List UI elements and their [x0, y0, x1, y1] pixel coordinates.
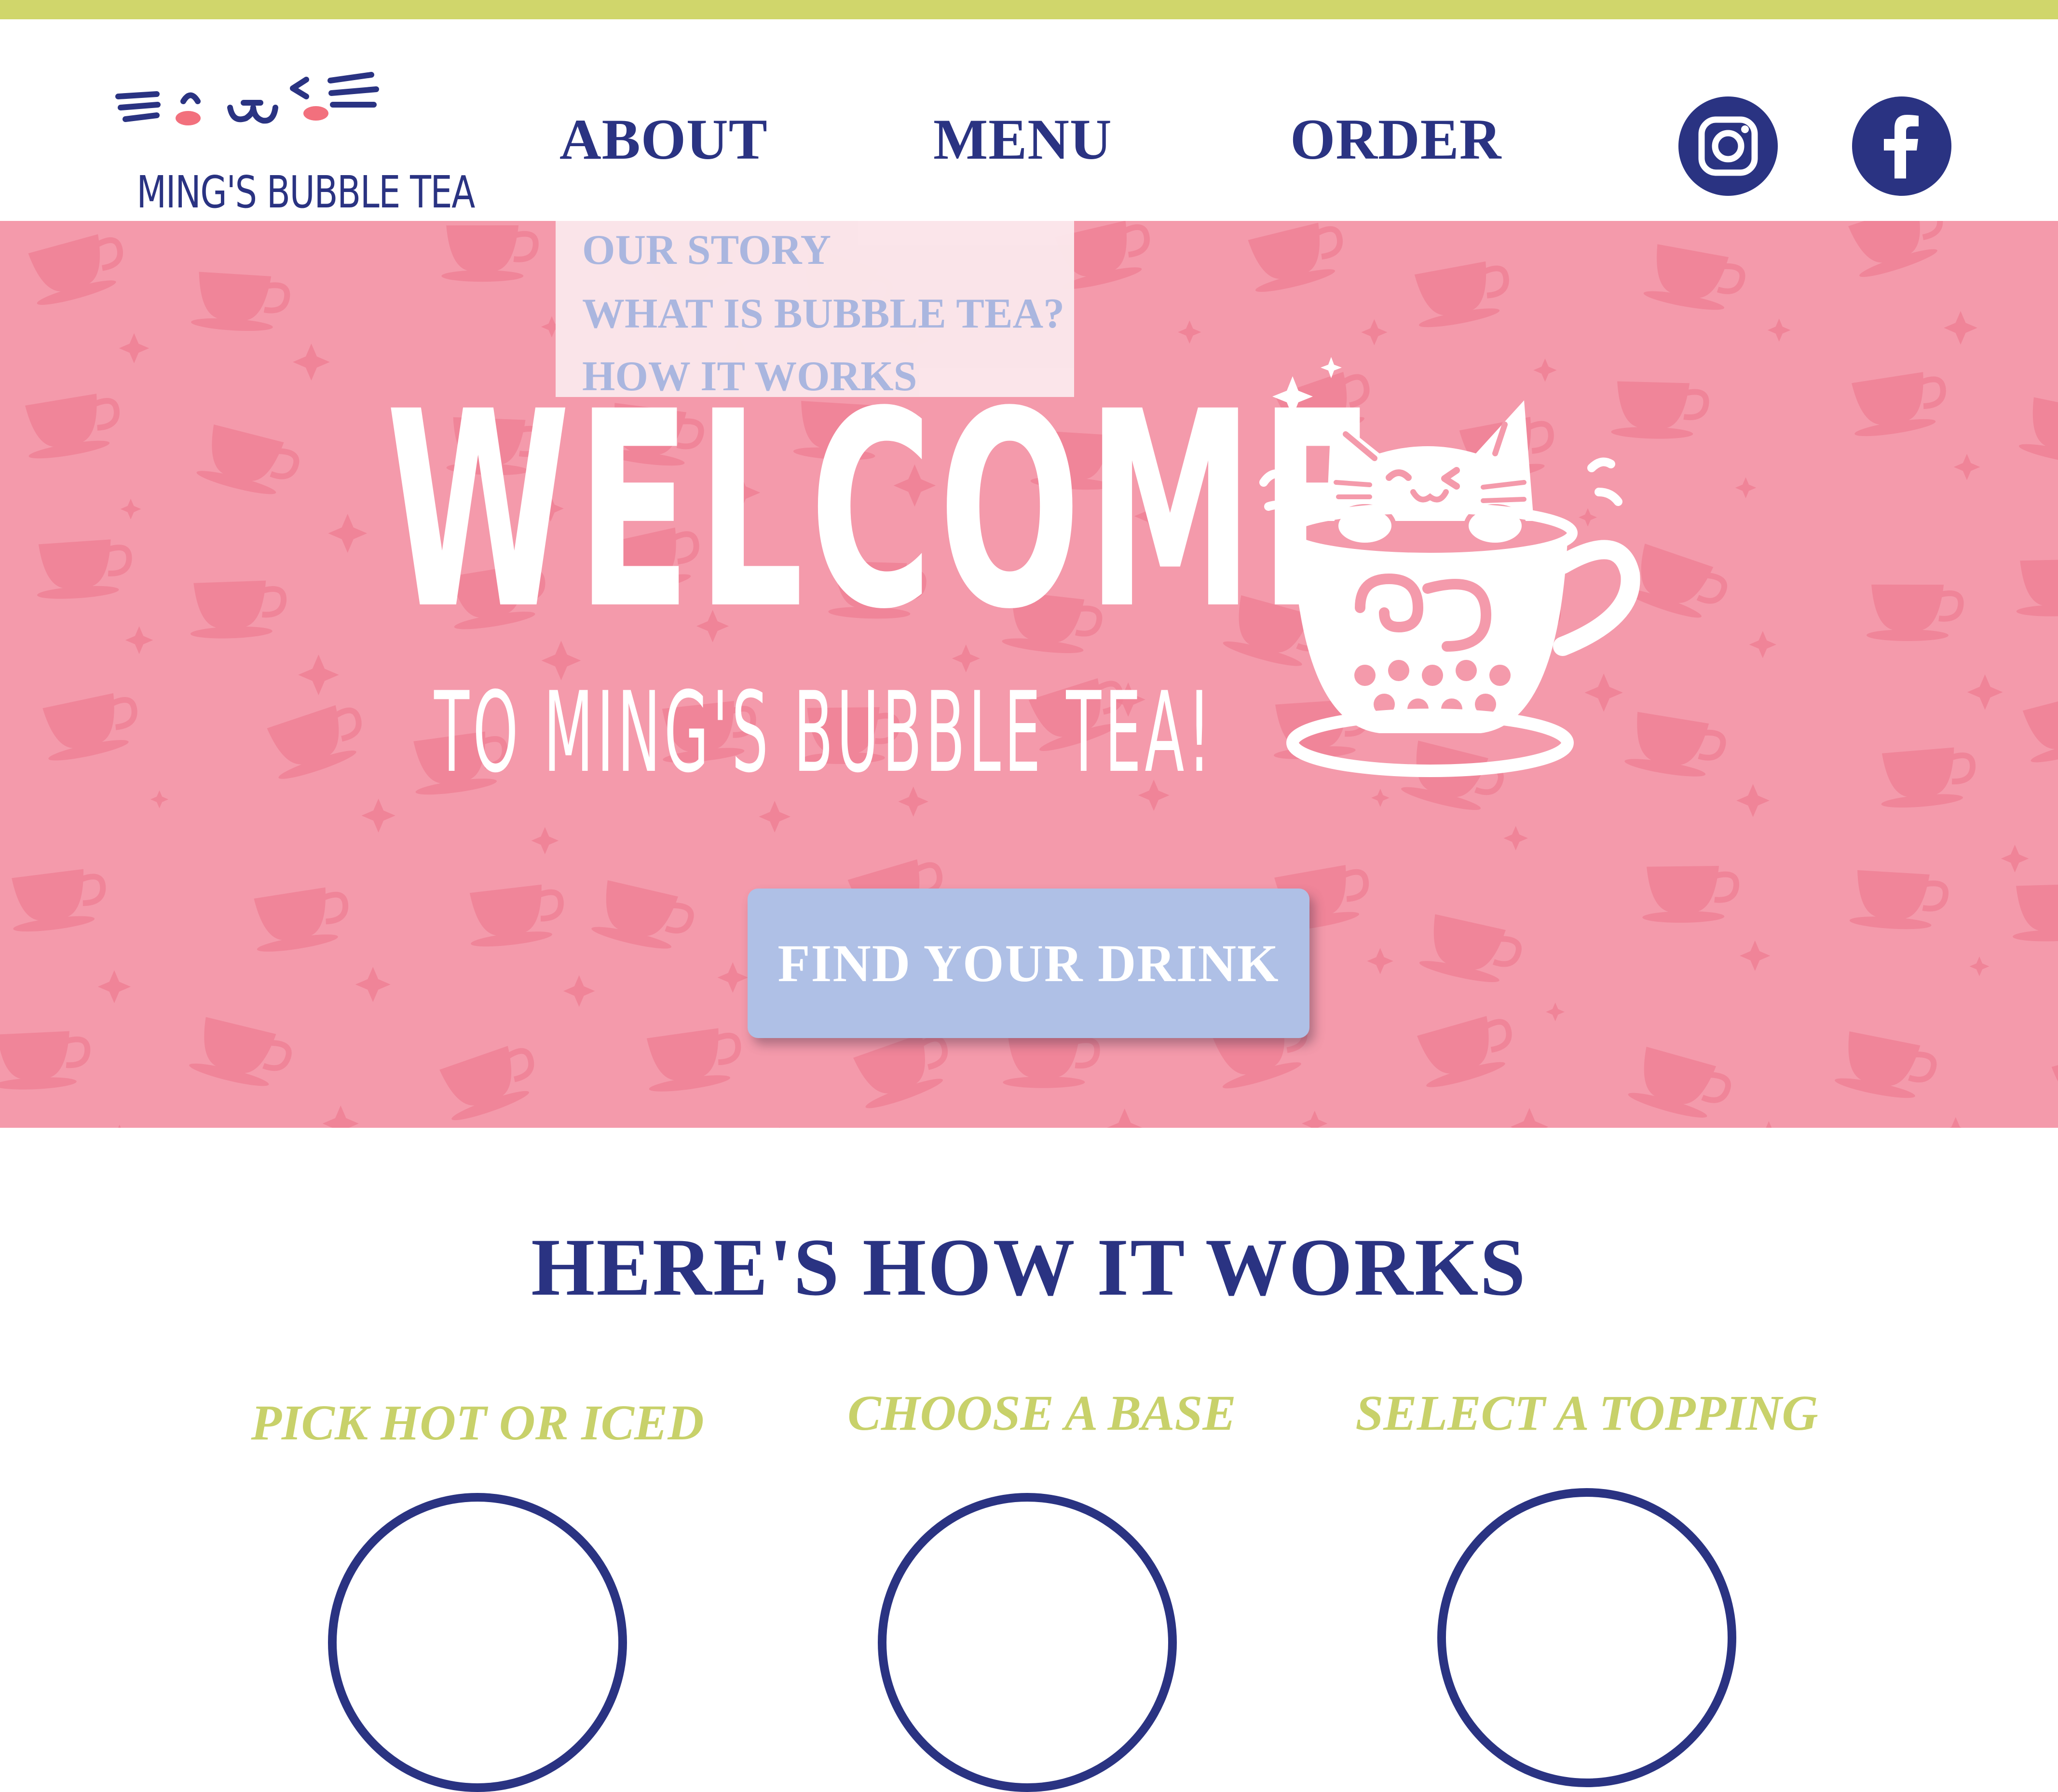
pattern-sparkle: [1967, 674, 2003, 710]
pattern-teacup: [189, 1017, 292, 1086]
pattern-teacup: [196, 424, 300, 494]
logo-wordmark: MING'S BUBBLE TEA: [136, 166, 475, 218]
step-label-choose-base: CHOOSE A BASE: [847, 1385, 1236, 1441]
pattern-teacup: [12, 869, 106, 932]
pattern-teacup: [2016, 559, 2058, 616]
pattern-sparkle: [1735, 477, 1757, 498]
dropdown-item-what-is-bubble-tea[interactable]: WHAT IS BUBBLE TEA?: [582, 289, 1064, 338]
facebook-button[interactable]: [1852, 96, 1951, 196]
pattern-teacup: [441, 225, 539, 282]
pattern-teacup: [1414, 261, 1509, 328]
pattern-teacup: [1003, 1031, 1100, 1088]
pattern-teacup: [2013, 884, 2058, 942]
pattern-sparkle: [97, 970, 131, 1003]
pattern-sparkle: [531, 827, 559, 855]
pattern-sparkle: [120, 498, 141, 520]
pattern-teacup: [1835, 1031, 1937, 1098]
pattern-teacup: [1628, 1046, 1731, 1118]
pattern-sparkle: [717, 962, 748, 993]
instagram-button[interactable]: [1678, 96, 1778, 196]
pattern-teacup: [1417, 1016, 1512, 1087]
pattern-teacup: [42, 693, 137, 761]
pattern-sparkle: [298, 654, 339, 696]
pattern-sparkle: [328, 514, 368, 553]
nav-menu[interactable]: MENU: [933, 106, 1112, 173]
pattern-sparkle: [563, 975, 595, 1007]
pattern-sparkle: [150, 790, 169, 808]
pattern-teacup: [1849, 870, 1949, 930]
how-it-works-heading: HERE'S HOW IT WORKS: [531, 1222, 1527, 1313]
pattern-teacup: [2022, 692, 2058, 763]
pattern-teacup: [1643, 244, 1745, 310]
pattern-sparkle: [2001, 845, 2029, 873]
pattern-sparkle: [1740, 940, 1771, 971]
pattern-teacup: [28, 234, 123, 305]
pattern-teacup: [469, 884, 564, 947]
pattern-teacup: [191, 272, 290, 331]
top-accent-bar: [0, 0, 2058, 19]
facebook-icon: [1884, 115, 1919, 178]
pattern-sparkle: [1367, 948, 1393, 974]
step-circle-hot-or-iced[interactable]: [328, 1493, 627, 1792]
welcome-subheading: TO MING'S BUBBLE TEA!: [434, 669, 1214, 797]
pattern-teacup: [646, 1028, 741, 1092]
nav-order[interactable]: ORDER: [1290, 106, 1501, 173]
pattern-sparkle: [1546, 1002, 1565, 1022]
pattern-sparkle: [1969, 956, 1990, 976]
pattern-teacup: [1866, 584, 1964, 642]
pattern-teacup: [2018, 397, 2058, 465]
pattern-teacup: [267, 705, 362, 779]
pattern-sparkle: [361, 798, 395, 833]
pattern-sparkle: [1767, 318, 1791, 342]
pattern-teacup: [190, 580, 287, 639]
pattern-sparkle: [322, 1105, 359, 1128]
pattern-sparkle: [355, 967, 391, 1002]
instagram-icon: [1698, 116, 1758, 176]
pattern-sparkle: [1953, 453, 1980, 480]
pattern-sparkle: [1178, 320, 1201, 344]
pattern-sparkle: [1302, 1110, 1328, 1128]
site-logo[interactable]: MING'S BUBBLE TEA: [104, 51, 475, 218]
pattern-sparkle: [779, 1127, 780, 1128]
step-circle-select-topping[interactable]: [1437, 1488, 1736, 1787]
step-label-select-topping: SELECT A TOPPING: [1355, 1385, 1818, 1441]
pattern-sparkle: [1949, 1117, 1962, 1128]
step-circle-choose-base[interactable]: [878, 1493, 1177, 1792]
pattern-teacup: [1642, 865, 1739, 923]
pattern-sparkle: [1944, 311, 1977, 345]
pattern-sparkle: [1749, 631, 1777, 658]
pattern-sparkle: [1503, 826, 1528, 850]
pattern-teacup: [1848, 221, 1943, 277]
pattern-teacup: [1419, 914, 1522, 983]
pattern-sparkle: [759, 801, 790, 833]
pattern-teacup: [0, 1031, 91, 1090]
pattern-sparkle: [119, 333, 150, 364]
pattern-teacup: [254, 887, 349, 952]
pattern-teacup: [25, 394, 120, 459]
pattern-sparkle: [1510, 1108, 1549, 1128]
pattern-sparkle: [118, 1124, 121, 1128]
nav-about[interactable]: ABOUT: [559, 106, 768, 173]
site-header: MING'S BUBBLE TEA ABOUT MENU ORDER: [0, 19, 2058, 221]
find-your-drink-button[interactable]: FIND YOUR DRINK: [748, 889, 1309, 1038]
step-label-hot-or-iced: PICK HOT OR ICED: [251, 1395, 704, 1450]
pattern-teacup: [591, 880, 694, 949]
pattern-teacup: [2051, 1047, 2058, 1105]
pattern-sparkle: [1766, 1121, 1772, 1128]
pattern-sparkle: [293, 343, 330, 381]
dropdown-item-our-story[interactable]: OUR STORY: [582, 226, 831, 274]
pattern-teacup: [37, 539, 132, 599]
pattern-sparkle: [1107, 1108, 1143, 1128]
pattern-teacup: [853, 1033, 948, 1108]
cat-in-teacup-icon: [1259, 357, 1640, 777]
pattern-teacup: [1881, 747, 1976, 808]
pattern-teacup: [1852, 372, 1946, 437]
pattern-sparkle: [125, 626, 153, 654]
cat-face-logo-icon: [115, 72, 379, 125]
pattern-teacup: [439, 1046, 534, 1121]
pattern-sparkle: [1736, 784, 1770, 817]
welcome-heading: WELCOME: [386, 354, 1380, 669]
pattern-teacup: [1248, 222, 1343, 292]
